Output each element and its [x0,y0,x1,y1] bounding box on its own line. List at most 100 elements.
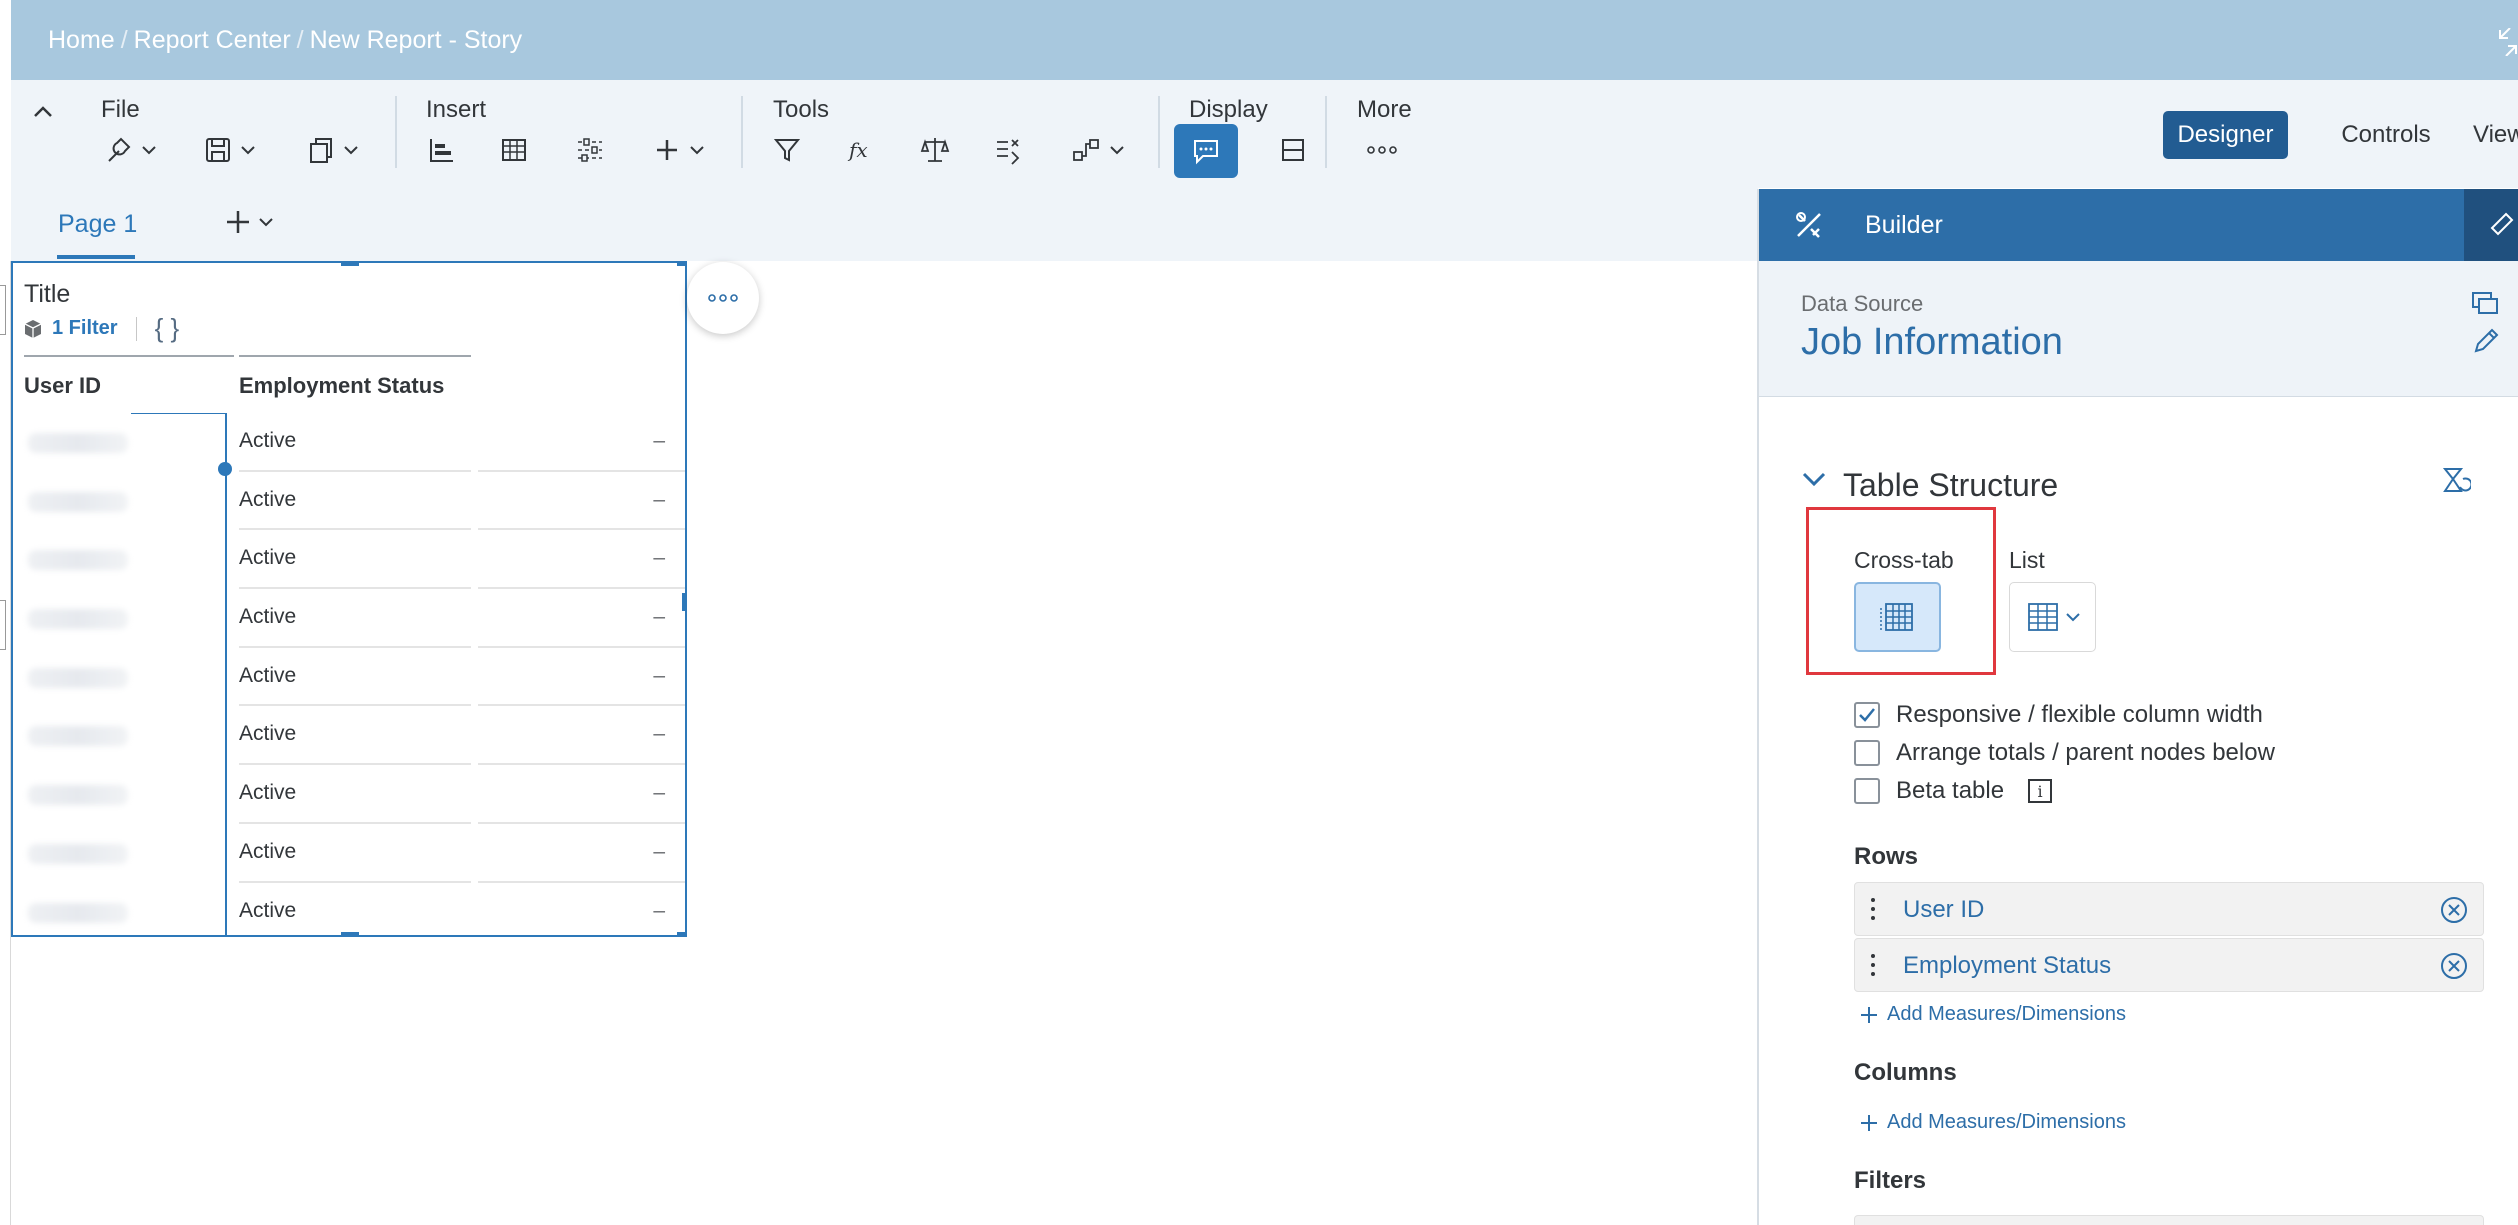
table-row[interactable]: Active – [13,589,685,648]
row-token-employment-status[interactable]: Employment Status [1854,938,2484,992]
table-body: Active – Active – Active – Active – Active – … [13,413,685,941]
filter-icon[interactable] [773,130,801,170]
add-row-dimension-link[interactable]: Add Measures/Dimensions [1859,1003,2126,1026]
add-page-button[interactable] [224,208,274,236]
insert-table-icon[interactable] [500,130,528,170]
toolbar-group-insert: Insert [426,96,487,123]
filter-token-partial[interactable] [1854,1215,2484,1225]
status-cell: Active [239,429,297,452]
cell-selection-border [225,413,227,937]
list-button[interactable] [2009,582,2096,652]
breadcrumb-report-center[interactable]: Report Center [134,26,291,54]
table-row[interactable]: Active – [13,765,685,824]
drag-handle-icon[interactable] [1869,895,1877,928]
crosstab-button[interactable] [1854,582,1941,652]
plus-icon [1861,1114,1877,1131]
resize-handle-right[interactable] [682,593,687,611]
insert-add-icon[interactable] [653,130,705,170]
table-row[interactable]: Active – [13,706,685,766]
value-cell: – [653,898,665,922]
column-header-employment-status[interactable]: Employment Status [239,373,444,399]
checkbox[interactable] [1854,740,1880,766]
token-label[interactable]: User ID [1903,896,1984,924]
data-source-actions [2468,289,2502,364]
token-label[interactable]: Employment Status [1903,952,2111,980]
remove-circle-icon[interactable] [2439,951,2469,986]
toolbar-group-more: More [1357,96,1412,123]
edit-tools-icon[interactable] [103,130,157,170]
comment-icon [1194,140,1218,165]
compare-scale-icon[interactable] [920,130,950,170]
svg-text:fx: fx [847,138,868,162]
paintbrush-icon [2490,212,2514,236]
resize-handle-corner[interactable] [677,932,687,937]
breadcrumb-home[interactable]: Home [48,26,115,54]
formula-fx-icon[interactable]: fx [847,130,877,170]
more-options-icon[interactable] [1367,130,1397,170]
comment-mode-button[interactable] [1174,124,1238,178]
toolbar-group-display: Display [1189,96,1268,123]
checkbox[interactable] [1854,778,1880,804]
status-cell: Active [239,781,297,805]
breadcrumb-separator: / [120,26,128,54]
save-icon[interactable] [204,130,256,170]
linked-analysis-icon[interactable] [1071,130,1125,170]
insert-chart-icon[interactable] [427,130,455,170]
controls-mode-button[interactable]: Controls [2311,111,2461,159]
table-structure-heading[interactable]: Table Structure [1843,467,2058,504]
script-braces-icon[interactable]: { } [155,313,180,344]
widget-title[interactable]: Title [24,280,70,309]
widget-filter-row: 1 Filter { } [24,313,179,344]
section-layout-icon[interactable] [1279,130,1307,170]
option-arrange-totals[interactable]: Arrange totals / parent nodes below [1854,739,2275,767]
crosstab-table-icon [1879,603,1913,631]
table-row[interactable]: Active – [13,648,685,707]
status-cell: Active [239,839,297,863]
checkbox-checked[interactable] [1854,702,1880,728]
column-resize-handle[interactable] [218,462,232,476]
option-responsive-width[interactable]: Responsive / flexible column width [1854,701,2263,729]
canvas-left-fragment [0,600,6,650]
add-link-label: Add Measures/Dimensions [1887,1111,2126,1133]
canvas-left-fragment [0,285,6,335]
drag-handle-icon[interactable] [1869,951,1877,984]
chevron-down-icon [142,146,156,155]
resize-handle-top[interactable] [341,261,359,266]
add-column-dimension-link[interactable]: Add Measures/Dimensions [1859,1111,2126,1134]
styling-tab-button[interactable] [2464,189,2518,261]
option-beta-table[interactable]: Beta table i [1854,777,2053,805]
active-tab-indicator [57,255,135,259]
table-row[interactable]: Active – [13,472,685,531]
option-label: Arrange totals / parent nodes below [1896,739,2275,766]
status-cell: Active [239,898,297,922]
exit-fullscreen-icon[interactable] [2496,27,2518,57]
tab-page-1[interactable]: Page 1 [58,210,137,239]
table-row[interactable]: Active – [13,530,685,590]
resize-handle-corner[interactable] [677,261,687,266]
info-icon[interactable]: i [2028,779,2053,803]
value-cell: – [653,546,665,570]
table-widget[interactable]: Title 1 Filter { } User ID Employment St… [11,261,687,937]
copy-icon[interactable] [307,130,359,170]
remove-circle-icon[interactable] [2439,895,2469,930]
resize-handle-bottom[interactable] [341,932,359,937]
table-row[interactable]: Active – [13,824,685,883]
breadcrumb-current: New Report - Story [309,26,523,54]
designer-mode-button[interactable]: Designer [2163,111,2288,159]
widget-more-actions-button[interactable] [687,262,759,334]
widget-filter-link[interactable]: 1 Filter [52,317,118,340]
row-token-user-id[interactable]: User ID [1854,882,2484,936]
insert-input-control-icon[interactable] [575,130,605,170]
builder-panel: Builder Data Source Job Information Tabl… [1757,189,2518,1225]
value-cell: – [653,605,665,629]
collapse-toolbar-icon[interactable] [31,100,61,130]
toolbar: File Insert Tools Display More fx Design… [11,80,2518,188]
value-cell: – [653,487,665,511]
swap-axis-icon[interactable] [2439,465,2473,502]
table-row[interactable]: Active – [13,413,685,472]
collapse-chevron-icon[interactable] [1801,469,1827,494]
view-mode-button[interactable]: View [2473,111,2518,159]
sort-icon[interactable] [994,130,1024,170]
status-cell: Active [239,663,297,687]
column-header-user-id[interactable]: User ID [24,373,101,399]
